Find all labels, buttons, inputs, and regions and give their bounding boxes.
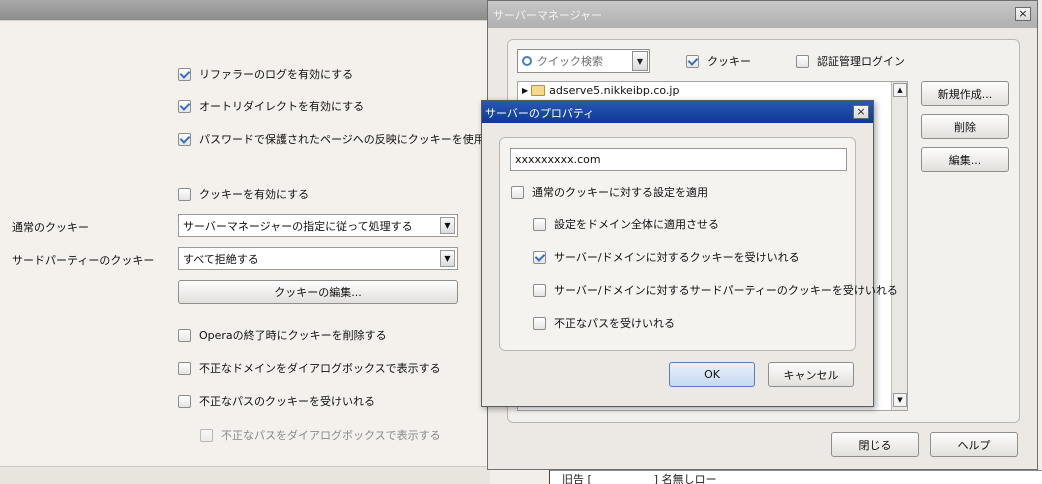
delete-on-exit-option[interactable]: Operaの終了時にクッキーを削除する xyxy=(178,327,387,343)
referrer-log-option[interactable]: リファラーのログを有効にする xyxy=(178,66,353,82)
password-cookies-checkbox[interactable] xyxy=(178,132,191,146)
close-icon[interactable]: × xyxy=(1015,7,1031,21)
show-invalid-domain-option[interactable]: 不正なドメインをダイアログボックスで表示する xyxy=(178,360,441,376)
referrer-log-checkbox[interactable] xyxy=(178,67,191,81)
accept-invalid-path-label: 不正なパスのクッキーを受けいれる xyxy=(199,395,375,408)
show-invalid-domain-checkbox[interactable] xyxy=(178,361,191,375)
auth-filter-label: 認証管理ログイン xyxy=(817,55,905,68)
apply-whole-domain-label: 設定をドメイン全体に適用させる xyxy=(554,218,719,231)
cookie-filter-checkbox[interactable] xyxy=(686,54,699,68)
accept-server-cookies-option[interactable]: サーバー/ドメインに対するクッキーを受けいれる xyxy=(533,249,800,265)
new-server-button[interactable]: 新規作成... xyxy=(921,81,1009,106)
apply-normal-option[interactable]: 通常のクッキーに対する設定を適用 xyxy=(511,184,708,200)
server-properties-content: xxxxxxxxx.com 通常のクッキーに対する設定を適用 設定をドメイン全体… xyxy=(499,137,898,351)
search-icon xyxy=(522,56,532,66)
tree-scrollbar[interactable]: ▲ ▼ xyxy=(891,82,907,410)
server-properties-title: サーバーのプロパティ xyxy=(482,101,873,123)
quick-search-placeholder: クイック検索 xyxy=(537,55,603,68)
password-cookies-label: パスワードで保護されたページへの反映にクッキーを使用する xyxy=(199,133,507,146)
accept-invalid-path-label: 不正なパスを受けいれる xyxy=(554,317,675,330)
apply-normal-label: 通常のクッキーに対する設定を適用 xyxy=(532,186,708,199)
close-button[interactable]: 閉じる xyxy=(831,432,919,457)
scroll-up-icon[interactable]: ▲ xyxy=(893,83,907,97)
chevron-down-icon[interactable]: ▼ xyxy=(632,51,648,71)
accept-third-party-checkbox[interactable] xyxy=(533,283,546,297)
help-button[interactable]: ヘルプ xyxy=(930,432,1018,457)
domain-field[interactable]: xxxxxxxxx.com xyxy=(510,148,847,171)
password-cookies-option[interactable]: パスワードで保護されたページへの反映にクッキーを使用する xyxy=(178,131,507,147)
show-invalid-path-checkbox xyxy=(200,428,213,442)
ok-button[interactable]: OK xyxy=(669,362,755,387)
quick-search-input[interactable]: クイック検索 ▼ xyxy=(517,49,650,73)
show-invalid-path-option: 不正なパスをダイアログボックスで表示する xyxy=(200,427,441,443)
delete-on-exit-checkbox[interactable] xyxy=(178,328,191,342)
normal-cookies-label: 通常のクッキー xyxy=(12,221,89,234)
normal-cookies-select[interactable]: サーバーマネージャーの指定に従って処理する ▼ xyxy=(178,214,458,237)
accept-third-party-label: サーバー/ドメインに対するサードパーティーのクッキーを受けいれる xyxy=(554,284,898,297)
auto-redirect-option[interactable]: オートリダイレクトを有効にする xyxy=(178,98,364,114)
edit-server-button[interactable]: 編集... xyxy=(921,147,1009,172)
accept-third-party-option[interactable]: サーバー/ドメインに対するサードパーティーのクッキーを受けいれる xyxy=(533,282,898,298)
delete-server-button[interactable]: 削除 xyxy=(921,114,1009,139)
expand-icon[interactable]: ▶ xyxy=(522,86,528,95)
auth-filter-checkbox[interactable] xyxy=(796,54,809,68)
show-invalid-domain-label: 不正なドメインをダイアログボックスで表示する xyxy=(199,362,441,375)
preferences-footer xyxy=(0,466,490,484)
auto-redirect-label: オートリダイレクトを有効にする xyxy=(199,100,365,113)
tree-item[interactable]: ▶ adserve5.nikkeibp.co.jp xyxy=(522,84,679,97)
close-icon[interactable]: × xyxy=(853,105,869,119)
third-party-cookies-label: サードパーティーのクッキー xyxy=(12,254,155,267)
chevron-down-icon[interactable]: ▼ xyxy=(440,250,455,267)
enable-cookies-label: クッキーを有効にする xyxy=(199,188,310,201)
enable-cookies-option[interactable]: クッキーを有効にする xyxy=(178,186,309,202)
accept-invalid-path-option[interactable]: 不正なパスを受けいれる xyxy=(533,315,675,331)
server-properties-dialog: サーバーのプロパティ × xxxxxxxxx.com 通常のクッキーに対する設定… xyxy=(481,100,898,407)
server-manager-title: サーバーマネージャー xyxy=(488,1,1037,28)
cookie-filter-option[interactable]: クッキー xyxy=(686,53,751,69)
accept-server-cookies-label: サーバー/ドメインに対するクッキーを受けいれる xyxy=(554,251,800,264)
auth-filter-option[interactable]: 認証管理ログイン xyxy=(796,53,905,69)
enable-cookies-checkbox[interactable] xyxy=(178,187,191,201)
preferences-title-bar xyxy=(0,0,490,20)
third-party-cookies-value: すべて拒絶する xyxy=(183,252,259,266)
tree-item-label: adserve5.nikkeibp.co.jp xyxy=(549,84,680,97)
chevron-down-icon[interactable]: ▼ xyxy=(440,217,455,234)
cookie-filter-label: クッキー xyxy=(707,55,751,68)
accept-invalid-path-checkbox[interactable] xyxy=(533,316,546,330)
apply-whole-domain-option[interactable]: 設定をドメイン全体に適用させる xyxy=(533,216,719,232)
scroll-down-icon[interactable]: ▼ xyxy=(893,393,907,407)
show-invalid-path-label: 不正なパスをダイアログボックスで表示する xyxy=(221,429,441,442)
apply-normal-checkbox[interactable] xyxy=(511,185,524,199)
delete-on-exit-label: Operaの終了時にクッキーを削除する xyxy=(199,329,387,342)
accept-invalid-path-option[interactable]: 不正なパスのクッキーを受けいれる xyxy=(178,393,375,409)
edit-cookies-button[interactable]: クッキーの編集... xyxy=(178,280,458,304)
referrer-log-label: リファラーのログを有効にする xyxy=(199,68,354,81)
cancel-button[interactable]: キャンセル xyxy=(768,362,854,387)
folder-icon xyxy=(531,85,546,96)
underlying-page-text: 旧告 [ ] 名無しロー xyxy=(549,470,1042,484)
third-party-cookies-select[interactable]: すべて拒絶する ▼ xyxy=(178,247,458,270)
auto-redirect-checkbox[interactable] xyxy=(178,99,191,113)
normal-cookies-value: サーバーマネージャーの指定に従って処理する xyxy=(183,219,413,233)
apply-whole-domain-checkbox[interactable] xyxy=(533,217,546,231)
accept-invalid-path-checkbox[interactable] xyxy=(178,394,191,408)
accept-server-cookies-checkbox[interactable] xyxy=(533,250,546,264)
